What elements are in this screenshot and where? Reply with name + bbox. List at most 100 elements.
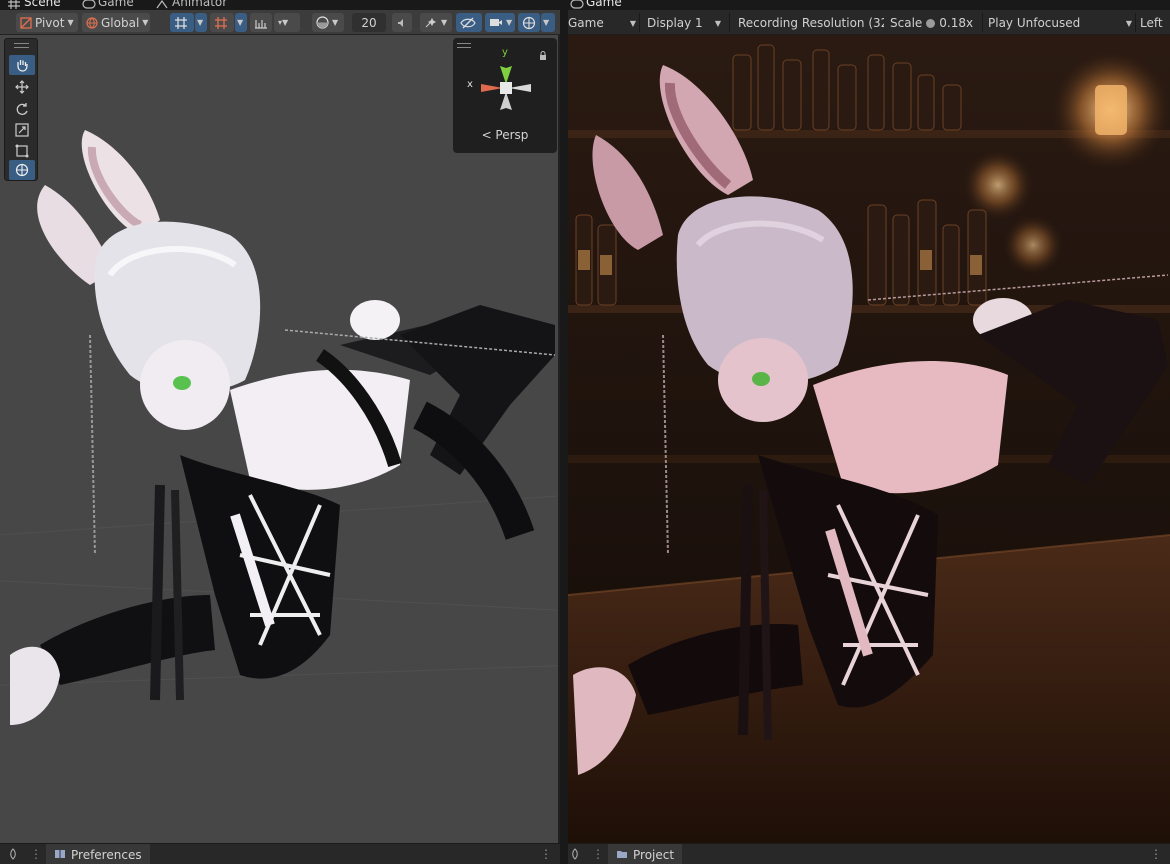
- game-tab-bar: Game: [568, 0, 1170, 10]
- projection-toggle[interactable]: < Persp: [453, 128, 557, 142]
- grid-toggle-button[interactable]: [170, 13, 194, 32]
- project-label: Project: [633, 847, 675, 862]
- game-toolbar: Game ▼ Display 1 ▼ Recording Resolution …: [568, 10, 1170, 35]
- gizmo-x-label: x: [467, 79, 473, 90]
- play-mode-label: Play Unfocused: [988, 16, 1081, 30]
- chevron-down-icon: ▼: [332, 18, 339, 27]
- gizmos-dropdown-button[interactable]: ▼: [541, 13, 555, 32]
- ruler-icon: [254, 17, 268, 29]
- character-model[interactable]: [0, 35, 558, 843]
- scale-slider-thumb[interactable]: [926, 18, 936, 28]
- chevron-down-icon: ▼: [197, 18, 204, 27]
- palette-grip-handle[interactable]: [14, 43, 29, 48]
- audio-icon: [396, 17, 408, 29]
- grid-size-value: 20: [361, 15, 377, 30]
- pivot-dropdown[interactable]: Pivot ▼: [16, 13, 78, 32]
- shading-dropdown[interactable]: ▼: [312, 13, 344, 32]
- scene-viewport[interactable]: y x < Persp: [0, 35, 558, 843]
- panel-menu-icon[interactable]: ⋮: [1150, 847, 1162, 861]
- toolbar-divider: [982, 13, 983, 32]
- rotate-tool-button[interactable]: [9, 99, 35, 119]
- scene-toolbar: Pivot ▼ Global ▼ ▼ ▼ ▾▼ ▼ 20 ▼ ▼ ▼: [0, 10, 560, 35]
- chevron-down-icon: ▼: [714, 18, 721, 28]
- left-dropdown[interactable]: Left: [1140, 14, 1170, 32]
- transform-tool-button[interactable]: [9, 160, 35, 180]
- orientation-gizmo[interactable]: y x < Persp: [453, 38, 557, 153]
- chevron-down-icon: ▼: [543, 18, 550, 27]
- increment-snap-button[interactable]: [250, 13, 272, 32]
- tab-animator[interactable]: Animator: [156, 0, 227, 10]
- chevron-down-icon: ▼: [441, 18, 448, 27]
- snap-settings-dropdown[interactable]: ▾▼: [274, 13, 300, 32]
- status-icon[interactable]: [8, 848, 18, 860]
- tab-scene[interactable]: Scene: [8, 0, 61, 10]
- hidden-objects-toggle[interactable]: [456, 13, 482, 32]
- axis-gizmo-icon[interactable]: [467, 48, 543, 126]
- play-mode-dropdown[interactable]: Play Unfocused ▼: [988, 14, 1132, 32]
- pivot-label: Pivot: [35, 15, 65, 30]
- snap-icon: [214, 16, 228, 30]
- more-options-icon[interactable]: ⋮: [30, 847, 42, 861]
- folder-icon: [616, 848, 628, 862]
- more-options-icon[interactable]: ⋮: [592, 847, 604, 861]
- view-mode-label: Game: [568, 16, 604, 30]
- effects-dropdown[interactable]: ▼: [420, 13, 452, 32]
- scale-tool-button[interactable]: [9, 120, 35, 140]
- grid-size-field[interactable]: 20: [352, 13, 386, 32]
- chevron-down-icon: ▼: [142, 18, 149, 27]
- resolution-dropdown[interactable]: Recording Resolution (32: [738, 14, 884, 32]
- camera-dropdown[interactable]: ▼: [485, 13, 515, 32]
- tab-preferences[interactable]: Preferences: [46, 844, 150, 864]
- scene-tab-bar: Scene Game Animator: [0, 0, 560, 10]
- tab-project[interactable]: Project: [608, 844, 683, 864]
- display-dropdown[interactable]: Display 1 ▼: [647, 14, 721, 32]
- tab-animator-label: Animator: [172, 0, 228, 9]
- game-viewport[interactable]: [568, 35, 1170, 843]
- view-mode-dropdown[interactable]: Game ▼: [568, 14, 636, 32]
- hand-tool-button[interactable]: [9, 55, 35, 75]
- tab-game-view-label: Game: [586, 0, 622, 9]
- chevron-down-icon: ▼: [506, 18, 513, 27]
- scene-window: Scene Game Animator Pivot ▼ Global ▼ ▼ ▼…: [0, 0, 560, 864]
- grid-dropdown-button[interactable]: ▼: [195, 13, 207, 32]
- preferences-label: Preferences: [71, 847, 142, 862]
- toolbar-divider: [1135, 13, 1136, 32]
- chevron-down-icon: ▼: [629, 18, 636, 28]
- sphere-icon: [316, 16, 329, 29]
- gizmos-toggle-button[interactable]: [518, 13, 540, 32]
- gizmos-icon: [522, 16, 536, 30]
- global-label: Global: [101, 15, 140, 30]
- gamepad-icon: [82, 0, 96, 9]
- audio-toggle-button[interactable]: [392, 13, 412, 32]
- panel-menu-icon[interactable]: ⋮: [540, 847, 552, 861]
- chevron-down-icon: ▼: [237, 18, 244, 27]
- game-window: Game Game ▼ Display 1 ▼ Recording Resolu…: [568, 0, 1170, 864]
- grid-icon: [174, 16, 188, 30]
- snap-dropdown-button[interactable]: ▼: [235, 13, 247, 32]
- pane-splitter[interactable]: [560, 0, 568, 864]
- transform-icon: [15, 163, 29, 177]
- game-render[interactable]: [568, 35, 1170, 843]
- unity-editor: Scene Game Animator Pivot ▼ Global ▼ ▼ ▼…: [0, 0, 1170, 864]
- scale-value: 0.18x: [939, 16, 974, 30]
- animator-icon: [156, 0, 168, 8]
- scale-label: Scale: [890, 16, 923, 30]
- chevron-down-icon: ▾▼: [278, 18, 289, 27]
- global-dropdown[interactable]: Global ▼: [82, 13, 150, 32]
- snap-toggle-button[interactable]: [210, 13, 234, 32]
- scale-icon: [15, 123, 29, 137]
- left-bottom-bar: ⋮ Preferences ⋮: [0, 843, 560, 864]
- tab-game[interactable]: Game: [82, 0, 134, 10]
- status-icon[interactable]: [570, 848, 580, 860]
- move-tool-button[interactable]: [9, 77, 35, 97]
- rect-tool-button[interactable]: [9, 141, 35, 161]
- tab-scene-label: Scene: [24, 0, 61, 9]
- scale-slider[interactable]: Scale 0.18x: [890, 14, 986, 32]
- tab-game-label: Game: [98, 0, 134, 9]
- rotate-icon: [15, 102, 29, 116]
- tab-game-view[interactable]: Game: [570, 0, 622, 10]
- camera-icon: [489, 17, 503, 28]
- globe-icon: [86, 16, 98, 29]
- left-label: Left: [1140, 16, 1163, 30]
- chevron-down-icon: ▼: [67, 18, 74, 27]
